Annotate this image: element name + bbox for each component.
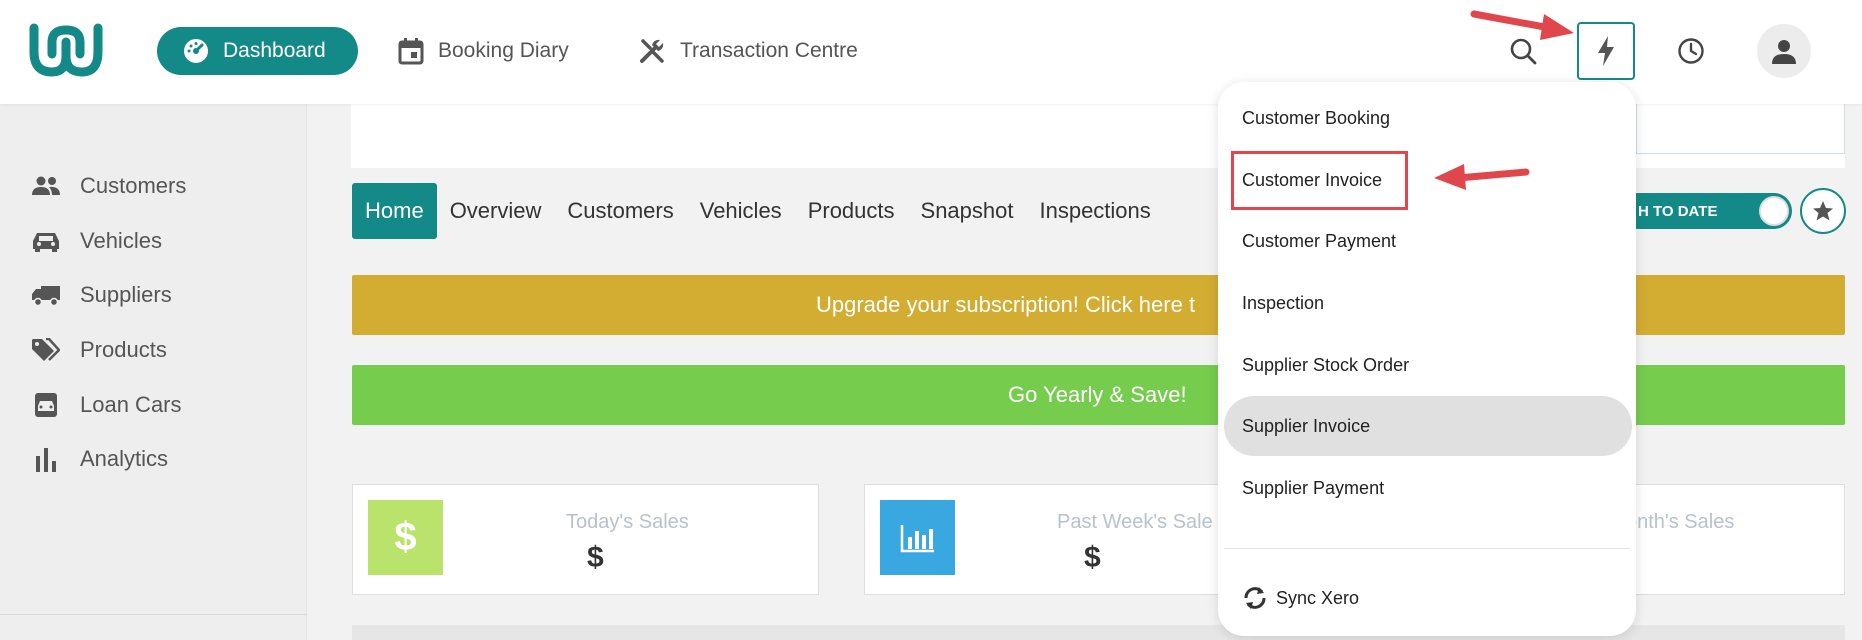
- tab-customers[interactable]: Customers: [554, 183, 686, 239]
- dollar-icon: $: [368, 500, 443, 575]
- sidebar-item-label: Analytics: [80, 446, 169, 471]
- history-button[interactable]: [1662, 22, 1720, 80]
- period-toggle[interactable]: H TO DATE: [1620, 193, 1792, 229]
- nav-transaction-centre[interactable]: Transaction Centre: [638, 27, 858, 75]
- favorite-button[interactable]: [1800, 188, 1846, 234]
- stat-label: onth's Sales: [1626, 511, 1735, 533]
- car-icon: [32, 227, 60, 255]
- tab-inspections[interactable]: Inspections: [1026, 183, 1163, 239]
- menu-divider: [1224, 548, 1630, 549]
- sidebar-item-label: Products: [80, 337, 167, 362]
- stat-value: $: [1084, 541, 1101, 574]
- stat-card-today: $ Today's Sales $: [352, 484, 819, 595]
- calendar-icon: [398, 38, 424, 65]
- people-icon: [32, 172, 60, 200]
- nav-booking-diary[interactable]: Booking Diary: [398, 27, 569, 75]
- content-header-input[interactable]: [1636, 104, 1845, 154]
- sidebar-divider: [0, 614, 307, 615]
- sync-xero-label: Sync Xero: [1276, 587, 1360, 608]
- yearly-banner-text: Go Yearly & Save!: [1008, 382, 1187, 407]
- menu-item-supplier-stock-order[interactable]: Supplier Stock Order: [1224, 335, 1632, 395]
- tab-snapshot[interactable]: Snapshot: [908, 183, 1027, 239]
- lightning-bolt-icon: [1598, 36, 1614, 66]
- tags-icon: [32, 336, 60, 364]
- menu-item-sync-xero[interactable]: Sync Xero: [1224, 568, 1632, 628]
- annotation-arrow-icon: [1470, 10, 1574, 40]
- upgrade-banner-text: Upgrade your subscription! Click here t: [816, 292, 1196, 317]
- app-logo[interactable]: [26, 22, 106, 78]
- sidebar-item-products[interactable]: Products: [32, 330, 167, 370]
- toggle-knob: [1759, 196, 1789, 226]
- tab-home[interactable]: Home: [352, 183, 437, 239]
- quick-actions-button[interactable]: [1577, 22, 1635, 80]
- truck-icon: [32, 281, 60, 309]
- user-icon: [1772, 40, 1796, 64]
- menu-item-inspection[interactable]: Inspection: [1224, 273, 1632, 333]
- tab-vehicles[interactable]: Vehicles: [687, 183, 795, 239]
- menu-item-customer-payment[interactable]: Customer Payment: [1224, 211, 1632, 271]
- menu-item-supplier-payment[interactable]: Supplier Payment: [1224, 458, 1632, 518]
- sidebar-item-label: Customers: [80, 173, 187, 198]
- stat-value: $: [587, 541, 604, 574]
- sidebar-item-loan-cars[interactable]: Loan Cars: [32, 385, 182, 425]
- menu-item-supplier-invoice[interactable]: Supplier Invoice: [1224, 396, 1632, 456]
- tab-products[interactable]: Products: [795, 183, 908, 239]
- bar-chart-icon: [880, 500, 955, 575]
- loan-car-icon: [32, 391, 60, 419]
- sidebar: Customers Vehicles Suppliers Products Lo…: [0, 104, 307, 640]
- annotation-arrow-icon: [1434, 164, 1530, 190]
- nav-dashboard[interactable]: Dashboard: [157, 27, 358, 75]
- nav-dashboard-label: Dashboard: [223, 39, 326, 62]
- sidebar-item-label: Loan Cars: [80, 392, 182, 417]
- annotation-highlight-box: [1231, 151, 1408, 210]
- stat-label: Past Week's Sale: [1057, 511, 1213, 533]
- clock-icon: [1678, 38, 1704, 64]
- bar-chart-icon: [32, 445, 60, 473]
- tab-overview[interactable]: Overview: [437, 183, 555, 239]
- menu-item-customer-booking[interactable]: Customer Booking: [1224, 88, 1632, 148]
- sidebar-item-suppliers[interactable]: Suppliers: [32, 275, 172, 315]
- sync-icon: [1244, 587, 1266, 609]
- user-profile-button[interactable]: [1757, 24, 1811, 78]
- speedometer-icon: [184, 39, 208, 63]
- tools-icon: [640, 39, 664, 63]
- sidebar-item-customers[interactable]: Customers: [32, 166, 186, 206]
- sidebar-item-label: Suppliers: [80, 282, 172, 307]
- nav-transaction-centre-label: Transaction Centre: [680, 39, 858, 62]
- dashboard-tabs: Home Overview Customers Vehicles Product…: [352, 183, 1164, 239]
- sidebar-item-analytics[interactable]: Analytics: [32, 439, 168, 479]
- sidebar-item-label: Vehicles: [80, 228, 162, 253]
- nav-booking-diary-label: Booking Diary: [438, 39, 569, 62]
- sidebar-item-vehicles[interactable]: Vehicles: [32, 221, 162, 261]
- star-icon: [1813, 201, 1833, 221]
- period-toggle-label: H TO DATE: [1638, 202, 1718, 220]
- stat-label: Today's Sales: [566, 511, 689, 533]
